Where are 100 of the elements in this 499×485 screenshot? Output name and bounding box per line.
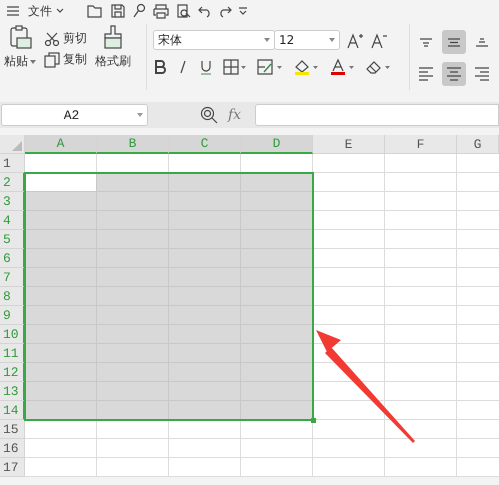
scissors-icon [44,30,60,46]
selected-cell[interactable] [25,401,97,420]
font-size-dropdown[interactable]: 12 [274,30,340,50]
selected-cell[interactable] [241,306,313,325]
save-icon[interactable] [110,3,126,19]
caret-icon [264,38,270,42]
selected-cell[interactable] [169,173,241,192]
cell-format-icon[interactable] [257,59,283,75]
folder-icon[interactable] [86,3,104,19]
selected-cell[interactable] [25,268,97,287]
caret-icon [30,60,36,64]
select-all-icon[interactable] [12,141,22,151]
active-cell[interactable] [25,173,97,192]
caret-icon [329,38,335,42]
row-header[interactable]: 16 [0,439,25,458]
increase-font-icon[interactable] [346,31,364,49]
chevron-icon [56,8,64,14]
selected-cell[interactable] [241,249,313,268]
selected-cell[interactable] [241,325,313,344]
caret-icon [137,113,143,117]
format-painter-button[interactable]: 格式刷 [95,24,131,90]
underline-icon[interactable] [199,59,213,75]
function-label[interactable]: fx [228,107,242,123]
column-header[interactable]: A [25,135,97,154]
align-bottom-icon [475,38,489,46]
selected-cell[interactable] [25,363,97,382]
selected-cell[interactable] [241,287,313,306]
copy-button[interactable]: 复制 [44,51,87,68]
printer-icon[interactable] [152,3,170,19]
column-header[interactable]: C [169,135,241,154]
selected-cell[interactable] [25,192,97,211]
decrease-font-icon[interactable] [370,31,388,49]
selected-cell[interactable] [25,211,97,230]
row-header[interactable]: 17 [0,458,25,477]
row-header[interactable]: 4 [0,211,25,230]
row-header[interactable]: 9 [0,306,25,325]
column-header[interactable]: E [313,135,385,154]
column-header[interactable]: F [385,135,457,154]
file-menu[interactable]: 文件 [26,2,66,20]
name-box[interactable]: A2 [1,104,148,126]
row-header[interactable]: 12 [0,363,25,382]
column-header[interactable]: D [241,135,313,154]
selected-cell[interactable] [241,268,313,287]
row-header[interactable]: 2 [0,173,25,192]
selected-cell[interactable] [25,325,97,344]
selected-cell[interactable] [241,192,313,211]
row-header[interactable]: 14 [0,401,25,420]
align-top-icon [419,38,433,46]
selected-cell[interactable] [241,211,313,230]
align-right-icon [474,66,490,80]
cut-button[interactable]: 剪切 [44,30,87,47]
font-color-icon[interactable] [329,58,355,76]
selected-cell[interactable] [241,173,313,192]
row-header[interactable]: 8 [0,287,25,306]
align-middle-button[interactable] [442,30,466,54]
row-header[interactable]: 13 [0,382,25,401]
formula-input[interactable] [255,104,499,126]
selected-cell[interactable] [25,382,97,401]
undo-icon[interactable] [198,4,212,18]
fill-handle-icon[interactable] [311,418,316,423]
selected-cell[interactable] [25,287,97,306]
row-header[interactable]: 3 [0,192,25,211]
row-header[interactable]: 6 [0,249,25,268]
font-name-dropdown[interactable]: 宋体 [153,30,275,50]
selected-cell[interactable] [241,363,313,382]
row-header[interactable]: 11 [0,344,25,363]
row-header[interactable]: 1 [0,154,25,173]
row-header[interactable]: 5 [0,230,25,249]
fill-color-icon[interactable] [293,58,319,76]
borders-icon[interactable] [223,59,247,75]
dropdown-icon[interactable] [238,6,248,16]
redo-icon[interactable] [218,4,232,18]
eraser-icon[interactable] [365,59,391,75]
bold-icon[interactable] [153,59,167,75]
paste-button[interactable]: 粘贴 [4,24,36,90]
selected-cell[interactable] [241,230,313,249]
selected-cell[interactable] [169,401,241,420]
row-header[interactable]: 10 [0,325,25,344]
print-preview-icon[interactable] [176,3,192,19]
column-header[interactable]: B [97,135,169,154]
align-left-icon [418,66,434,80]
align-center-icon [446,66,462,80]
selected-cell[interactable] [97,173,169,192]
row-header[interactable]: 7 [0,268,25,287]
column-header[interactable]: G [457,135,499,154]
align-center-button[interactable] [442,62,466,86]
selected-cell[interactable] [97,192,169,211]
selected-cell[interactable] [25,306,97,325]
row-header[interactable]: 15 [0,420,25,439]
selected-cell[interactable] [241,401,313,420]
menu-icon[interactable] [6,5,20,17]
selected-cell[interactable] [241,344,313,363]
selected-cell[interactable] [25,249,97,268]
zoom-icon[interactable] [200,106,218,124]
selected-cell[interactable] [97,401,169,420]
selected-cell[interactable] [25,344,97,363]
selected-cell[interactable] [241,382,313,401]
copy-icon [44,52,60,68]
align-middle-icon [447,38,461,46]
selected-cell[interactable] [25,230,97,249]
